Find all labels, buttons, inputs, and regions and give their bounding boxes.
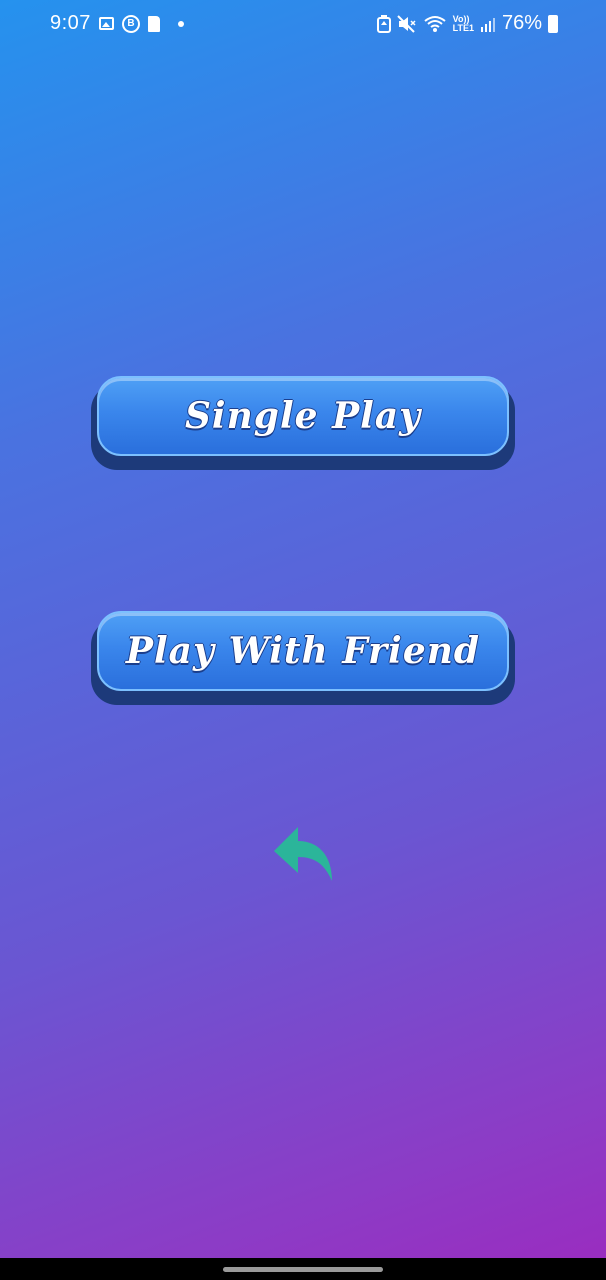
status-bar: 9:07 B Vo)) LTE1 76% xyxy=(0,0,606,48)
home-handle[interactable] xyxy=(223,1267,383,1272)
play-with-friend-button[interactable]: Play With Friend xyxy=(91,611,515,705)
signal-icon xyxy=(480,17,495,32)
sd-card-icon xyxy=(147,15,160,32)
button-face: Single Play xyxy=(97,376,509,456)
status-left: 9:07 B xyxy=(50,12,184,35)
volte-label-bottom: LTE1 xyxy=(452,22,474,33)
volte-icon: Vo)) LTE1 xyxy=(452,14,474,33)
back-button[interactable] xyxy=(272,825,336,883)
clock: 9:07 xyxy=(50,12,91,34)
navigation-bar xyxy=(0,1258,606,1280)
mute-icon xyxy=(396,14,416,33)
image-icon xyxy=(98,17,114,30)
dot-icon xyxy=(177,20,184,27)
back-arrow-icon xyxy=(274,827,332,881)
play-with-friend-label: Play With Friend xyxy=(125,630,481,672)
battery-percent: 76% xyxy=(501,12,542,34)
single-play-button[interactable]: Single Play xyxy=(91,376,515,470)
battery-icon xyxy=(548,14,558,33)
battery-saver-icon xyxy=(376,14,391,33)
button-face: Play With Friend xyxy=(97,611,509,691)
single-play-label: Single Play xyxy=(184,395,422,437)
status-right: Vo)) LTE1 76% xyxy=(376,12,558,35)
wifi-icon xyxy=(424,15,446,32)
business-icon: B xyxy=(121,14,140,33)
